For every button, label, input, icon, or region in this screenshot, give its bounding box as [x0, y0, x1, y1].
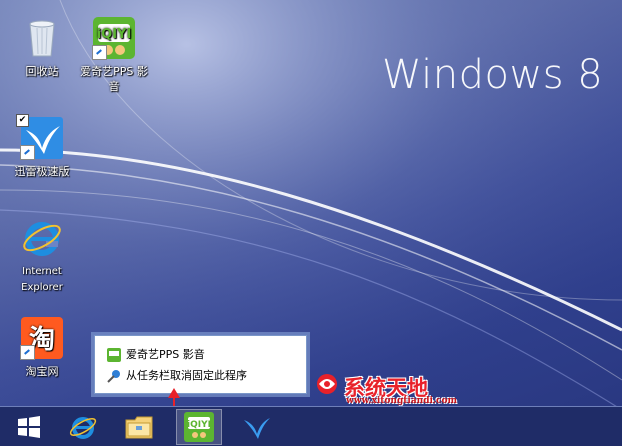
watermark-url: www.xitongtiandi.com	[346, 396, 458, 406]
ie-icon	[69, 417, 97, 439]
desktop-icon-internet-explorer[interactable]: Internet Explorer	[7, 216, 77, 296]
shortcut-arrow-icon	[92, 45, 107, 60]
svg-text:iQIYI: iQIYI	[187, 420, 211, 430]
taskbar: iQIYI	[0, 406, 622, 446]
desktop-icon-iqiyi[interactable]: iQIYI 爱奇艺PPS 影音	[79, 16, 149, 94]
jump-list-item-app[interactable]: 爱奇艺PPS 影音	[107, 346, 205, 364]
watermark-logo-icon	[317, 374, 337, 394]
shortcut-arrow-icon	[20, 345, 35, 360]
desktop-icon-recycle-bin[interactable]: 回收站	[7, 16, 77, 79]
desktop-icon-label: 爱奇艺PPS 影音	[80, 65, 148, 93]
taskbar-iqiyi-button[interactable]: iQIYI	[176, 409, 222, 445]
iqiyi-icon	[107, 348, 121, 362]
start-button[interactable]	[6, 409, 52, 445]
svg-text:iQIYI: iQIYI	[97, 27, 132, 42]
pin-icon	[107, 369, 121, 383]
ie-icon	[20, 216, 64, 260]
desktop-icon-label: 迅雷极速版	[14, 165, 70, 178]
taskbar-file-explorer-button[interactable]	[116, 409, 162, 445]
xunlei-icon: ✔	[16, 114, 64, 160]
taskbar-xunlei-button[interactable]	[234, 409, 280, 445]
start-icon	[18, 416, 40, 438]
desktop-icon-label: 淘宝网	[25, 365, 59, 378]
iqiyi-icon: iQIYI	[92, 16, 136, 60]
desktop-icon-taobao[interactable]: 淘 淘宝网	[7, 316, 77, 379]
windows-8-logo-text: Windows 8	[382, 52, 604, 98]
iqiyi-icon: iQIYI	[184, 412, 214, 442]
jump-list-app-label: 爱奇艺PPS 影音	[126, 348, 205, 361]
desktop-icon-label: 回收站	[25, 65, 59, 78]
jump-list-unpin-label: 从任务栏取消固定此程序	[126, 369, 247, 382]
recycle-bin-icon	[20, 16, 64, 60]
desktop-icon-label: Internet Explorer	[21, 266, 63, 293]
checkbox-icon: ✔	[16, 114, 29, 127]
jump-list-item-unpin[interactable]: 从任务栏取消固定此程序	[107, 367, 247, 385]
desktop-icon-xunlei[interactable]: ✔ 迅雷极速版	[7, 114, 77, 179]
file-explorer-icon	[125, 416, 153, 439]
shortcut-arrow-icon	[20, 145, 35, 160]
taobao-icon: 淘	[20, 316, 64, 360]
taskbar-jump-list: 爱奇艺PPS 影音 从任务栏取消固定此程序	[94, 335, 307, 394]
taskbar-ie-button[interactable]	[60, 409, 106, 445]
xunlei-icon	[244, 418, 270, 439]
desktop: Windows 8 回收站 iQIYI 爱奇艺PPS 影音 ✔ 迅雷极速版 In…	[0, 0, 622, 446]
